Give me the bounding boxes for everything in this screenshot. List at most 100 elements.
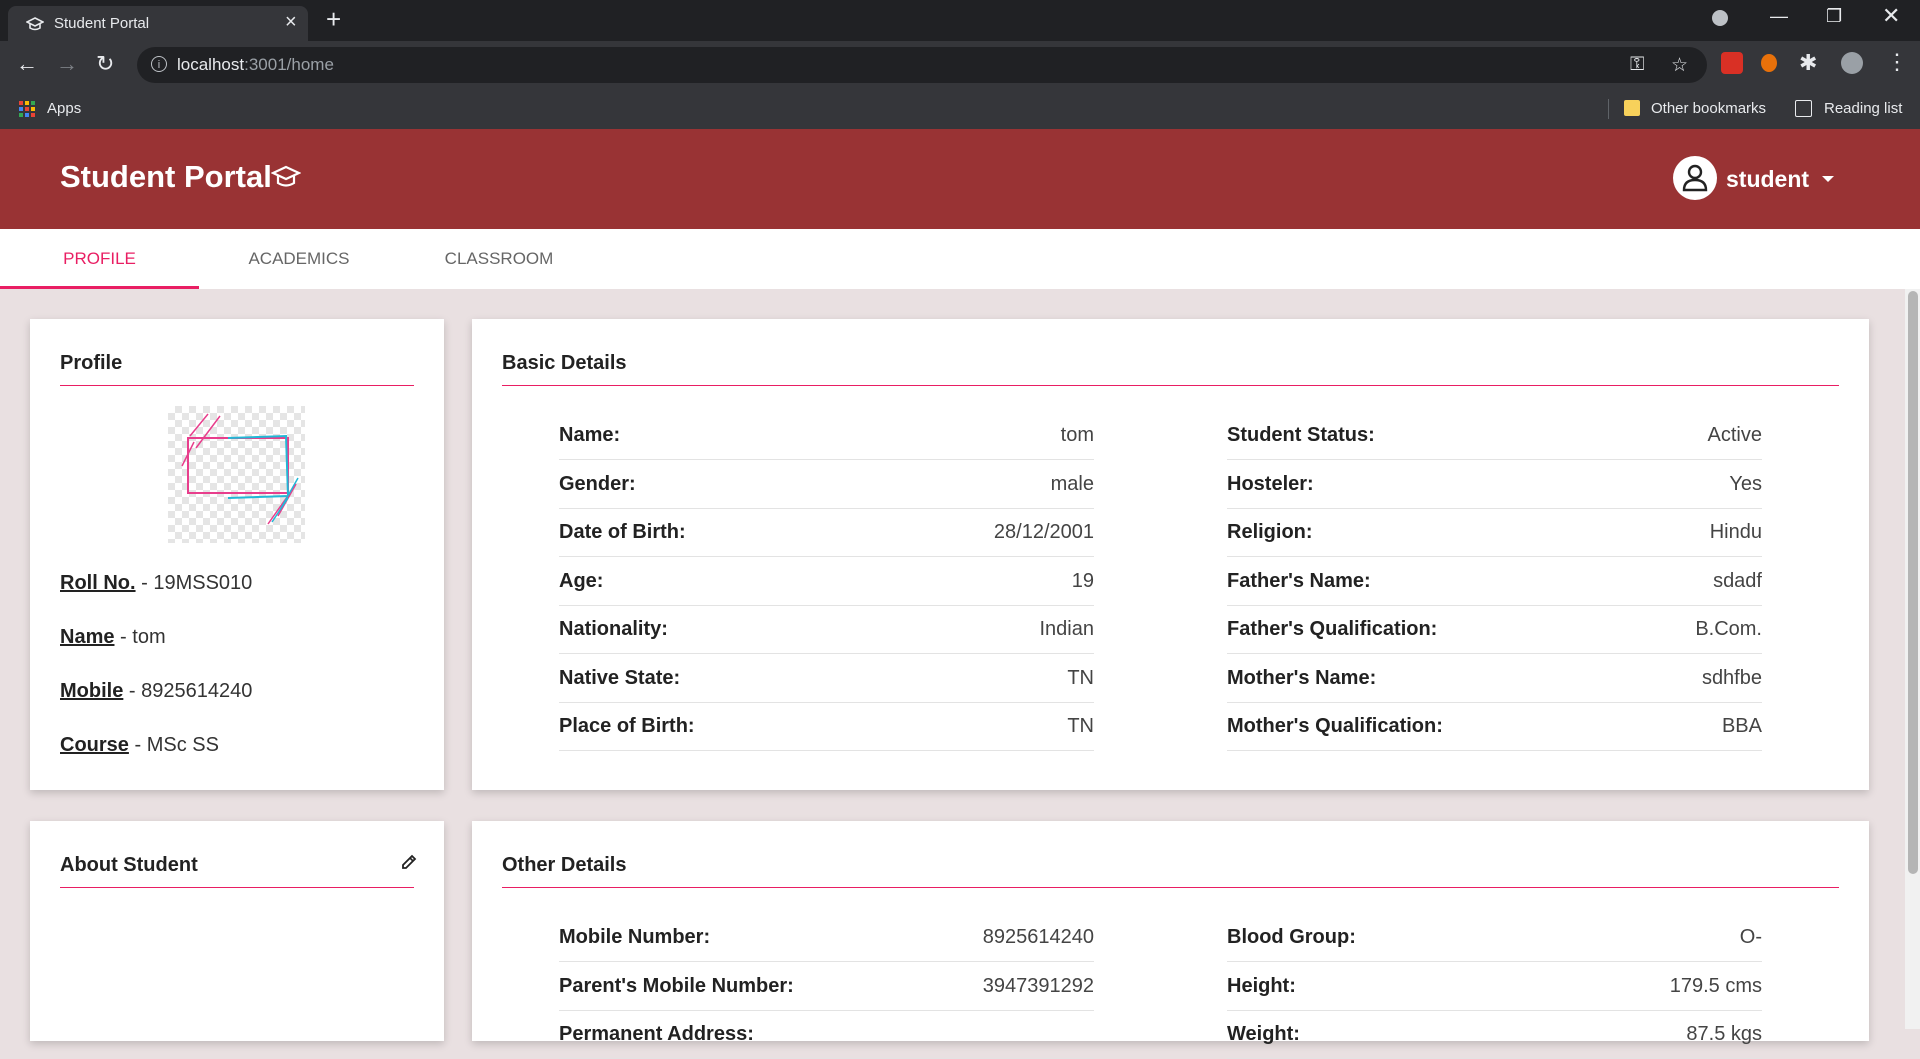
- detail-label: Student Status:: [1227, 424, 1375, 446]
- star-icon[interactable]: ☆: [1671, 54, 1688, 77]
- pencil-icon[interactable]: [400, 853, 418, 871]
- name-value: tom: [132, 626, 166, 648]
- detail-label: Weight:: [1227, 1023, 1300, 1045]
- address-bar[interactable]: i localhost:3001/home ⚿ ☆: [137, 47, 1707, 83]
- scrollbar-thumb[interactable]: [1908, 291, 1918, 874]
- avatar[interactable]: [1841, 52, 1863, 74]
- detail-row: Parent's Mobile Number: 3947391292: [559, 963, 1094, 1011]
- detail-row: Mobile Number: 8925614240: [559, 914, 1094, 962]
- about-student-title: About Student: [60, 854, 198, 876]
- user-icon: [1682, 164, 1708, 192]
- app-title: Student Portal: [60, 159, 272, 194]
- profile-menu-icon[interactable]: [1712, 10, 1728, 26]
- extension-icon[interactable]: [1721, 52, 1743, 74]
- folder-icon: [1624, 100, 1640, 116]
- app-header: Student Portal student: [0, 129, 1920, 229]
- detail-value: Active: [1707, 424, 1762, 446]
- tab-academics[interactable]: ACADEMICS: [199, 229, 399, 289]
- detail-row: Nationality: Indian: [559, 606, 1094, 654]
- tab-profile[interactable]: PROFILE: [0, 229, 199, 289]
- detail-row: Student Status: Active: [1227, 412, 1762, 460]
- extension-icon[interactable]: [1761, 54, 1777, 72]
- detail-row: Religion: Hindu: [1227, 509, 1762, 557]
- restore-icon[interactable]: ❐: [1826, 6, 1842, 27]
- detail-label: Height:: [1227, 974, 1296, 997]
- mobile-value: 8925614240: [141, 680, 253, 702]
- graduation-cap-icon: [271, 165, 301, 187]
- other-details-title: Other Details: [502, 854, 627, 876]
- roll-no-label: Roll No.: [60, 572, 136, 594]
- detail-label: Mother's Qualification:: [1227, 715, 1443, 737]
- forward-icon[interactable]: →: [56, 51, 78, 77]
- site-info-icon[interactable]: i: [151, 56, 167, 72]
- detail-row: Weight: 87.5 kgs: [1227, 1011, 1762, 1059]
- detail-label: Mobile Number:: [559, 926, 711, 948]
- profile-card: Profile Roll No. - 19MSS010 Name - tom M…: [30, 319, 444, 790]
- detail-label: Age:: [559, 569, 604, 592]
- detail-value: male: [1050, 472, 1094, 495]
- reading-list-icon: [1795, 100, 1812, 117]
- detail-value: 28/12/2001: [993, 521, 1094, 543]
- detail-row: Name: tom: [559, 412, 1094, 460]
- detail-label: Date of Birth:: [559, 521, 686, 543]
- detail-row: Father's Name: sdadf: [1227, 558, 1762, 606]
- tab-classroom[interactable]: CLASSROOM: [399, 229, 599, 289]
- apps-bookmark[interactable]: Apps: [47, 100, 81, 117]
- close-window-icon[interactable]: ✕: [1882, 3, 1900, 29]
- title-divider: [502, 887, 1839, 888]
- user-avatar[interactable]: [1673, 156, 1717, 200]
- browser-tab[interactable]: Student Portal ×: [8, 6, 308, 41]
- roll-no-value: 19MSS010: [153, 572, 253, 594]
- detail-label: Hosteler:: [1227, 472, 1314, 495]
- detail-label: Father's Name:: [1227, 569, 1371, 592]
- close-tab-icon[interactable]: ×: [285, 12, 297, 32]
- detail-label: Name:: [559, 424, 621, 446]
- detail-row: Hosteler: Yes: [1227, 461, 1762, 509]
- field-separator: -: [128, 734, 147, 756]
- browser-tabstrip: Student Portal × + — ❐ ✕: [0, 0, 1920, 41]
- detail-value: sdhfbe: [1701, 666, 1762, 689]
- url-text: localhost:3001/home: [177, 55, 334, 74]
- detail-label: Father's Qualification:: [1227, 618, 1438, 640]
- detail-row: Native State: TN: [559, 655, 1094, 703]
- detail-label: Place of Birth:: [559, 715, 695, 737]
- placeholder-frame-icon: [181, 413, 299, 525]
- chevron-down-icon[interactable]: [1822, 176, 1834, 182]
- reload-icon[interactable]: ↻: [96, 51, 114, 77]
- detail-value: 8925614240: [982, 926, 1094, 948]
- detail-label: Mother's Name:: [1227, 666, 1377, 689]
- other-bookmarks[interactable]: Other bookmarks: [1651, 100, 1766, 117]
- profile-photo: [168, 406, 305, 543]
- new-tab-icon[interactable]: +: [326, 6, 341, 32]
- detail-label: Blood Group:: [1227, 926, 1356, 948]
- field-separator: -: [123, 680, 142, 702]
- minimize-icon[interactable]: —: [1770, 6, 1788, 27]
- apps-icon[interactable]: [19, 101, 35, 117]
- profile-card-title: Profile: [60, 352, 123, 374]
- basic-details-card: Basic Details Name: tom Gender: male Date of…: [472, 319, 1869, 790]
- title-divider: [60, 887, 414, 888]
- detail-row: Gender: male: [559, 461, 1094, 509]
- detail-label: Permanent Address:: [559, 1023, 754, 1045]
- detail-value: BBA: [1721, 715, 1762, 737]
- detail-row: Mother's Name: sdhfbe: [1227, 655, 1762, 703]
- bookmarks-bar: Apps Other bookmarks Reading list: [0, 89, 1920, 130]
- back-icon[interactable]: ←: [16, 51, 38, 77]
- key-icon[interactable]: ⚿: [1630, 54, 1644, 76]
- field-separator: -: [114, 626, 133, 648]
- course-field: Course - MSc SS: [60, 734, 219, 757]
- detail-label: Parent's Mobile Number:: [559, 974, 794, 997]
- puzzle-icon[interactable]: ✱: [1799, 50, 1817, 76]
- mobile-label: Mobile: [60, 680, 124, 702]
- browser-toolbar: ← → ↻ i localhost:3001/home ⚿ ☆ ✱ ⋮: [0, 41, 1920, 89]
- detail-value: 87.5 kgs: [1686, 1023, 1762, 1045]
- detail-row: Age: 19: [559, 558, 1094, 606]
- user-menu-name[interactable]: student: [1726, 166, 1809, 193]
- graduation-cap-icon: [26, 17, 44, 31]
- reading-list[interactable]: Reading list: [1824, 100, 1902, 117]
- name-field: Name - tom: [60, 626, 166, 649]
- more-menu-icon[interactable]: ⋮: [1886, 49, 1908, 75]
- detail-label: Gender:: [559, 472, 636, 495]
- detail-row: Father's Qualification: B.Com.: [1227, 606, 1762, 654]
- browser-tab-title: Student Portal: [54, 15, 150, 32]
